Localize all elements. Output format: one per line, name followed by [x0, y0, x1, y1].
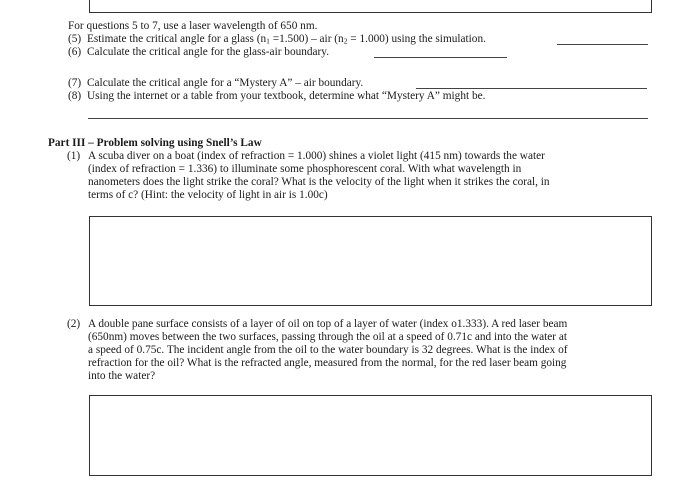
- problem-2-line: refraction for the oil? What is the refr…: [88, 357, 567, 369]
- problem-1-line: nanometers does the light strike the cor…: [88, 176, 550, 188]
- question-5-number: (5): [68, 33, 82, 45]
- question-6-number: (6): [68, 46, 82, 58]
- previous-answer-box[interactable]: [89, 0, 652, 13]
- intro-text: For questions 5 to 7, use a laser wavele…: [68, 20, 318, 32]
- problem-2-answer-input[interactable]: [90, 396, 651, 475]
- question-5-text-post: = 1.000) using the simulation.: [347, 33, 486, 45]
- problem-2-line: (650nm) moves between the two surfaces, …: [88, 331, 568, 343]
- part3-heading: Part III – Problem solving using Snell’s…: [48, 137, 262, 149]
- problem-2-number: (2): [67, 318, 81, 330]
- problem-2-line: a speed of 0.75c. The incident angle fro…: [88, 344, 568, 356]
- problem-1-answer-input[interactable]: [90, 217, 651, 305]
- question-5-text-mid: =1.500) – air (n: [269, 33, 344, 45]
- problem-1-answer-box[interactable]: [89, 216, 652, 306]
- problem-1-line: (index of refraction = 1.336) to illumin…: [88, 163, 522, 175]
- question-8-answer-line[interactable]: [88, 118, 648, 119]
- question-7: (7) Calculate the critical angle for a “M…: [68, 77, 363, 90]
- problem-2-line: into the water?: [88, 370, 156, 382]
- question-6-answer-line[interactable]: [374, 57, 507, 58]
- problem-2-line: A double pane surface consists of a laye…: [88, 318, 568, 330]
- question-7-answer-line[interactable]: [416, 88, 647, 89]
- question-6: (6) Calculate the critical angle for the …: [68, 46, 329, 59]
- problem-1-number: (1): [67, 150, 81, 162]
- question-6-text: Calculate the critical angle for the gla…: [87, 46, 330, 58]
- problem-2-answer-box[interactable]: [89, 395, 652, 476]
- question-5-answer-line[interactable]: [557, 44, 648, 45]
- question-7-text: Calculate the critical angle for a “Myst…: [87, 77, 364, 89]
- problem-1-line: terms of c? (Hint: the velocity of light…: [88, 189, 328, 201]
- question-7-number: (7): [68, 77, 82, 89]
- question-8-number: (8): [68, 90, 82, 102]
- question-8: (8) Using the internet or a table from yo…: [68, 90, 485, 103]
- question-5-text-pre: Estimate the critical angle for a glass …: [87, 33, 267, 45]
- question-8-text: Using the internet or a table from your …: [87, 90, 486, 102]
- problem-1-line: A scuba diver on a boat (index of refrac…: [88, 150, 545, 162]
